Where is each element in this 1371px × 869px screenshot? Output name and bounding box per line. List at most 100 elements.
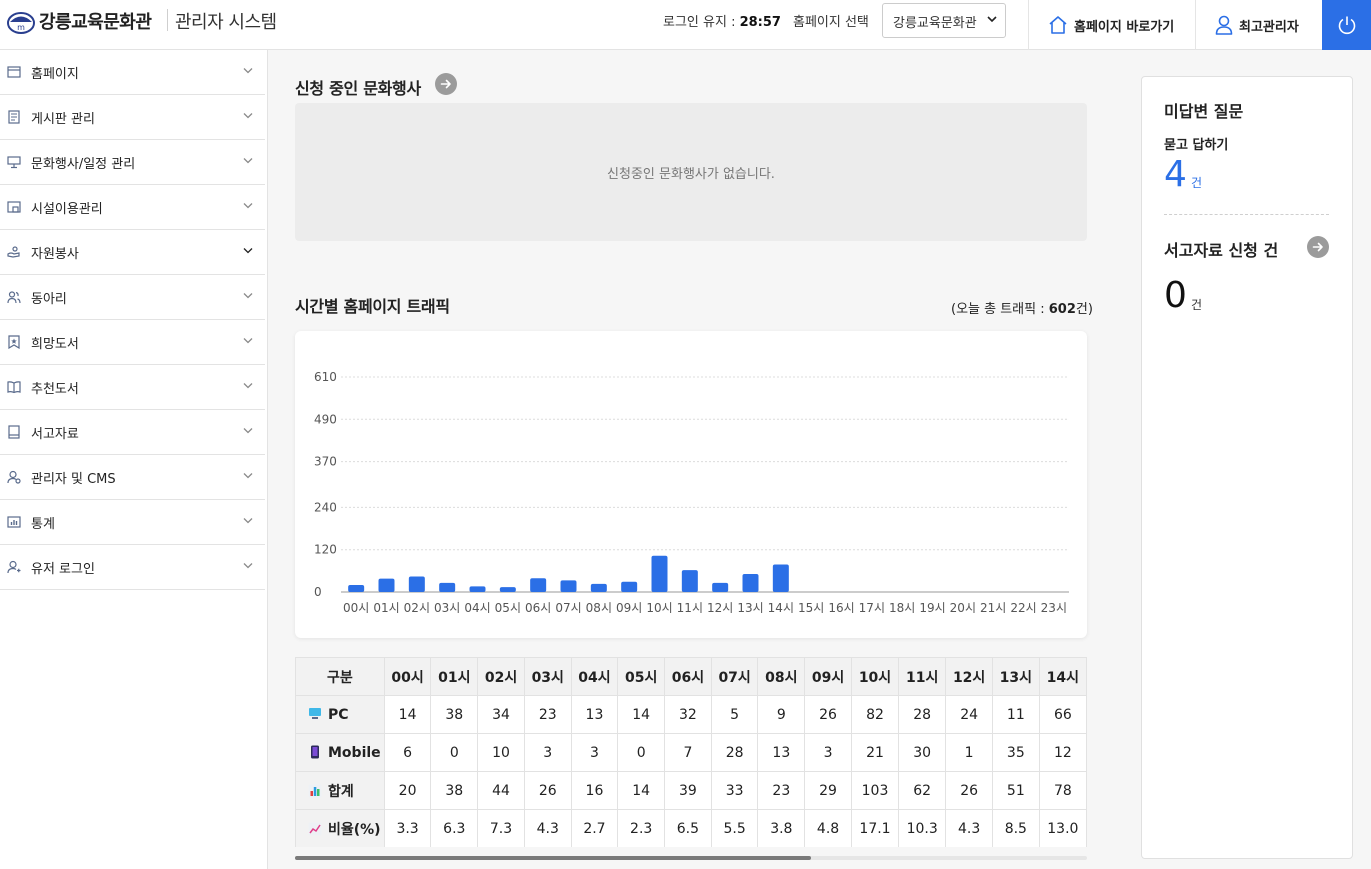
x-tick-label: 10시 bbox=[646, 601, 672, 615]
table-cell: 0 bbox=[617, 733, 666, 772]
chart-bar[interactable] bbox=[530, 578, 547, 592]
scrollbar-thumb[interactable] bbox=[295, 856, 811, 860]
sidebar-item-user-login[interactable]: 유저 로그인 bbox=[0, 545, 265, 590]
table-cell: 44 bbox=[477, 771, 525, 810]
facility-icon bbox=[7, 201, 21, 213]
chart-bar[interactable] bbox=[469, 586, 486, 592]
table-cell: 26 bbox=[945, 771, 993, 810]
qna-count[interactable]: 4 bbox=[1164, 155, 1187, 195]
chart-bar[interactable] bbox=[348, 584, 365, 592]
homepage-select-label: 홈페이지 선택 bbox=[793, 15, 869, 30]
table-cell: 3.3 bbox=[383, 809, 432, 847]
y-tick-label: 610 bbox=[314, 370, 337, 384]
chart-bar[interactable] bbox=[378, 578, 395, 592]
sidebar: 홈페이지게시판 관리문화행사/일정 관리 시설이용관리자원봉사동아리 희망도서 추천도… bbox=[0, 50, 268, 869]
logo-divider bbox=[167, 9, 168, 31]
sidebar-item-bar-chart[interactable]: 통계 bbox=[0, 500, 265, 545]
x-tick-label: 06시 bbox=[525, 601, 551, 615]
x-tick-label: 22시 bbox=[1010, 601, 1036, 615]
table-cell: 66 bbox=[1038, 695, 1087, 734]
unanswered-title: 미답변 질문 bbox=[1164, 102, 1244, 121]
chevron-down-icon bbox=[243, 338, 253, 344]
login-keep-label: 로그인 유지 : bbox=[663, 15, 740, 30]
x-tick-label: 05시 bbox=[495, 601, 521, 615]
table-cell: 8.5 bbox=[991, 809, 1040, 847]
table-row-label: 합계 bbox=[328, 783, 354, 800]
table-hour-header: 07시 bbox=[710, 657, 759, 696]
table-cell: 10 bbox=[477, 733, 525, 772]
x-tick-label: 04시 bbox=[464, 601, 490, 615]
chart-bar[interactable] bbox=[742, 574, 759, 592]
sidebar-item-facility[interactable]: 시설이용관리 bbox=[0, 185, 265, 230]
events-empty-box: 신청중인 문화행사가 없습니다. bbox=[295, 103, 1087, 241]
chart-bar[interactable] bbox=[439, 582, 456, 592]
sidebar-item-volunteer[interactable]: 자원봉사 bbox=[0, 230, 265, 275]
board-icon bbox=[8, 110, 20, 124]
goto-homepage-button[interactable]: 홈페이지 바로가기 bbox=[1048, 0, 1174, 50]
sidebar-item-monitor[interactable]: 문화행사/일정 관리 bbox=[0, 140, 265, 185]
table-cell: 13 bbox=[757, 733, 806, 772]
chart-bar[interactable] bbox=[651, 555, 668, 592]
panel-divider bbox=[1164, 214, 1329, 215]
chart-bar[interactable] bbox=[408, 576, 425, 592]
table-cell: 23 bbox=[757, 771, 806, 810]
table-cell: 21 bbox=[850, 733, 900, 772]
table-cell: 82 bbox=[850, 695, 900, 734]
table-row: 비율(%) 3.3 6.3 7.3 4.3 2.7 2.3 6.5 5.5 3.8 4.8 17.1 1… bbox=[295, 809, 1087, 847]
table-cell: 2.7 bbox=[570, 809, 619, 847]
x-tick-label: 11시 bbox=[677, 601, 703, 615]
table-cell: 6.5 bbox=[664, 809, 712, 847]
sidebar-item-label: 게시판 관리 bbox=[31, 111, 95, 127]
admin-user-icon bbox=[7, 470, 21, 484]
table-row-header: PC bbox=[295, 695, 385, 734]
table-cell: 34 bbox=[477, 695, 525, 734]
chevron-down-icon bbox=[243, 473, 253, 479]
qna-label[interactable]: 묻고 답하기 bbox=[1164, 134, 1228, 153]
sidebar-item-bookmark-star[interactable]: 희망도서 bbox=[0, 320, 265, 365]
table-cell: 11 bbox=[991, 695, 1040, 734]
traffic-table-container[interactable]: 구분 00시 01시 02시 03시 04시 05시 06시 07시 08시 09시 10시 11시 12… bbox=[295, 657, 1087, 847]
table-cell: 3 bbox=[523, 733, 572, 772]
table-row: Mobile 6 0 10 3 3 0 7 28 13 3 21 30 1 35 12 bbox=[295, 733, 1087, 772]
chart-bar[interactable] bbox=[712, 582, 729, 592]
table-hour-header: 03시 bbox=[523, 657, 572, 696]
chart-bar[interactable] bbox=[621, 581, 638, 592]
user-icon bbox=[1215, 15, 1233, 35]
table-row-label: PC bbox=[328, 706, 349, 723]
admin-user-button[interactable]: 최고관리자 bbox=[1215, 0, 1299, 50]
sidebar-item-users[interactable]: 동아리 bbox=[0, 275, 265, 320]
y-tick-label: 240 bbox=[314, 500, 337, 514]
table-cell: 1 bbox=[945, 733, 993, 772]
chart-bar[interactable] bbox=[499, 587, 516, 592]
table-cell: 62 bbox=[898, 771, 947, 810]
table-cell: 3 bbox=[570, 733, 619, 772]
table-cell: 103 bbox=[850, 771, 900, 810]
chevron-down-icon bbox=[243, 518, 253, 524]
chart-bar[interactable] bbox=[772, 564, 789, 592]
qna-count-unit: 건 bbox=[1191, 176, 1203, 190]
chart-bar[interactable] bbox=[681, 570, 698, 592]
table-row-header: Mobile bbox=[295, 733, 385, 772]
sidebar-item-open-book[interactable]: 추천도서 bbox=[0, 365, 265, 410]
bar-chart-icon bbox=[7, 516, 21, 528]
chart-bar[interactable] bbox=[590, 583, 607, 592]
sidebar-menu: 홈페이지게시판 관리문화행사/일정 관리 시설이용관리자원봉사동아리 희망도서 추천도… bbox=[0, 50, 267, 590]
events-more-button[interactable] bbox=[435, 73, 457, 95]
sidebar-item-label: 자원봉사 bbox=[31, 246, 79, 262]
sidebar-item-archive-book[interactable]: 서고자료 bbox=[0, 410, 265, 455]
sidebar-item-admin-user[interactable]: 관리자 및 CMS bbox=[0, 455, 265, 500]
logout-button[interactable] bbox=[1322, 0, 1371, 50]
table-cell: 12 bbox=[1038, 733, 1087, 772]
admin-user-label: 최고관리자 bbox=[1239, 19, 1299, 35]
table-horizontal-scrollbar[interactable] bbox=[295, 856, 1087, 860]
sidebar-item-board[interactable]: 게시판 관리 bbox=[0, 95, 265, 140]
site-logo[interactable]: m 강릉교육문화관 bbox=[6, 7, 152, 35]
homepage-select[interactable]: 강릉교육문화관 bbox=[882, 3, 1006, 38]
archive-count[interactable]: 0 bbox=[1164, 276, 1187, 316]
table-cell: 35 bbox=[991, 733, 1040, 772]
power-icon bbox=[1338, 16, 1355, 35]
archive-more-button[interactable] bbox=[1307, 236, 1329, 258]
sidebar-item-window[interactable]: 홈페이지 bbox=[0, 50, 265, 95]
chart-bar[interactable] bbox=[560, 580, 577, 592]
arrow-right-icon bbox=[1312, 242, 1323, 252]
